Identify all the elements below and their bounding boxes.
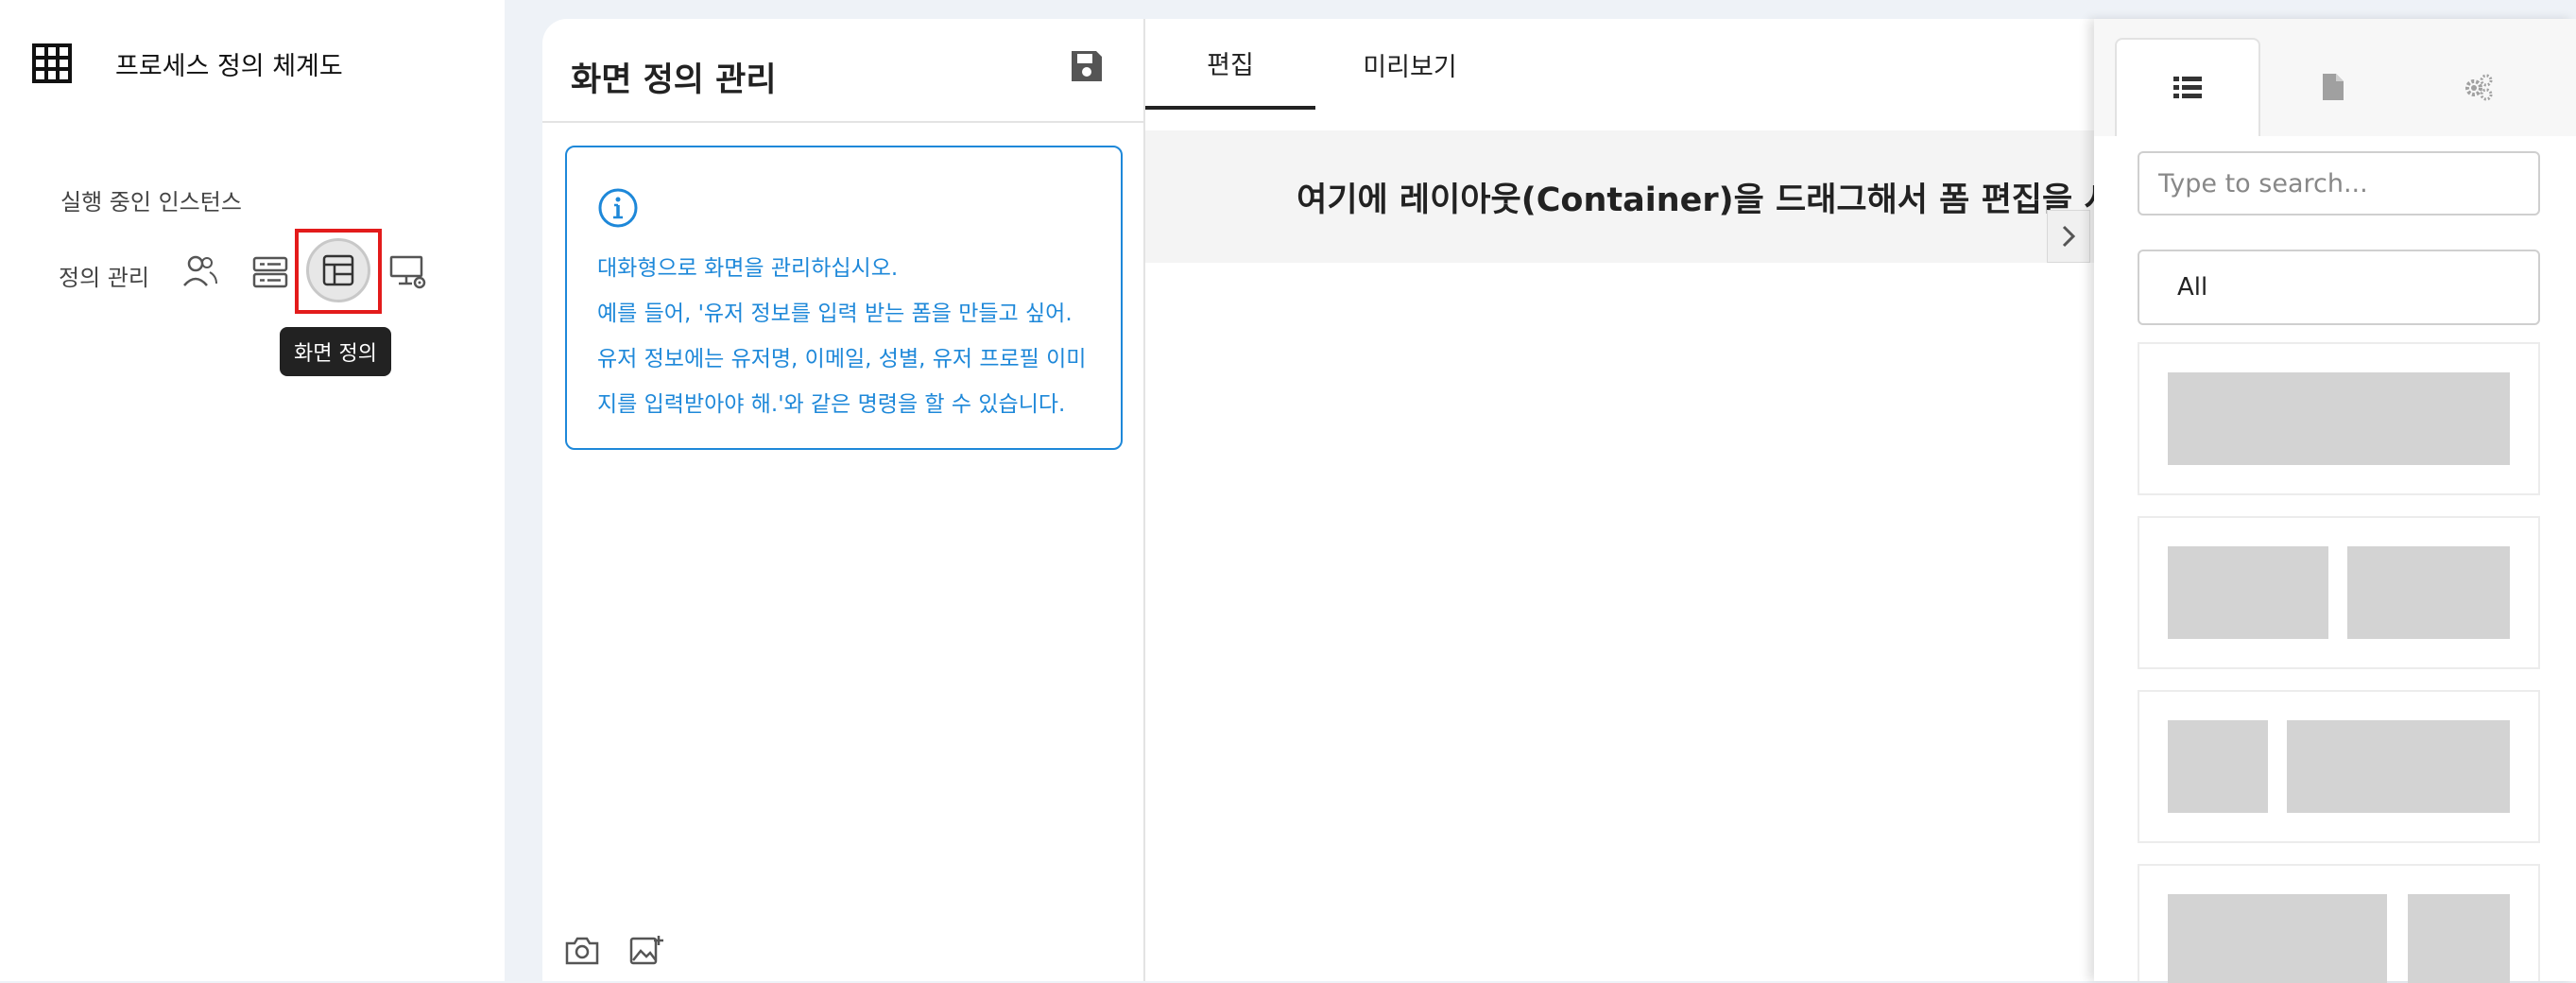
running-instances-label[interactable]: 실행 중인 인스턴스 (60, 183, 242, 216)
users-icon[interactable] (176, 248, 225, 297)
list-icon (2173, 77, 2202, 98)
component-panel: All (2094, 19, 2576, 983)
layout-narrow-wide[interactable] (2138, 690, 2540, 843)
layout-block (2347, 546, 2510, 639)
tab-components[interactable] (2115, 38, 2260, 136)
screen-definition-highlight (295, 229, 382, 314)
tab-edit[interactable]: 편집 (1145, 19, 1315, 110)
category-select[interactable]: All (2138, 250, 2540, 325)
definition-management-label: 정의 관리 (59, 265, 149, 291)
desktop-settings-icon[interactable] (384, 248, 433, 297)
tab-file[interactable] (2260, 38, 2406, 136)
search-input[interactable] (2138, 151, 2540, 216)
editor-tabs: 편집 미리보기 (1145, 19, 2090, 110)
layout-block (2168, 372, 2510, 465)
info-text: 대화형으로 화면을 관리하십시오. 예를 들어, '유저 정보를 입력 받는 폼… (597, 256, 1087, 417)
layout-block (2168, 546, 2328, 639)
pane-header: 화면 정의 관리 (542, 19, 1143, 123)
sidebar: 프로세스 정의 체계도 실행 중인 인스턴스 정의 관리 화면 정의 (0, 0, 505, 981)
info-box: 대화형으로 화면을 관리하십시오. 예를 들어, '유저 정보를 입력 받는 폼… (565, 146, 1123, 450)
gears-icon (2465, 74, 2493, 101)
tab-preview[interactable]: 미리보기 (1315, 19, 1504, 110)
layout-one-column[interactable] (2138, 342, 2540, 495)
tooltip: 화면 정의 (280, 327, 391, 376)
layout-block (2168, 720, 2268, 813)
layout-block (2408, 894, 2510, 983)
layout-wide-narrow[interactable] (2138, 864, 2540, 983)
tab-settings[interactable] (2406, 38, 2551, 136)
app-title[interactable]: 프로세스 정의 체계도 (115, 45, 343, 82)
save-icon[interactable] (1068, 47, 1109, 89)
layout-block (2168, 894, 2387, 983)
grid-icon[interactable] (32, 43, 72, 83)
page-title: 화면 정의 관리 (571, 61, 777, 99)
camera-icon[interactable] (563, 932, 601, 970)
file-icon (2323, 74, 2344, 100)
layout-block (2287, 720, 2510, 813)
layout-two-columns[interactable] (2138, 516, 2540, 669)
info-icon (597, 187, 639, 229)
chevron-right-icon[interactable] (2047, 210, 2090, 263)
screen-definition-pane: 화면 정의 관리 대화형으로 화면을 관리하십시오. 예를 들어, '유저 정보… (542, 19, 1145, 981)
screen-layout-icon[interactable] (306, 238, 370, 302)
image-add-icon[interactable] (627, 932, 665, 970)
list-icon[interactable] (246, 248, 295, 297)
